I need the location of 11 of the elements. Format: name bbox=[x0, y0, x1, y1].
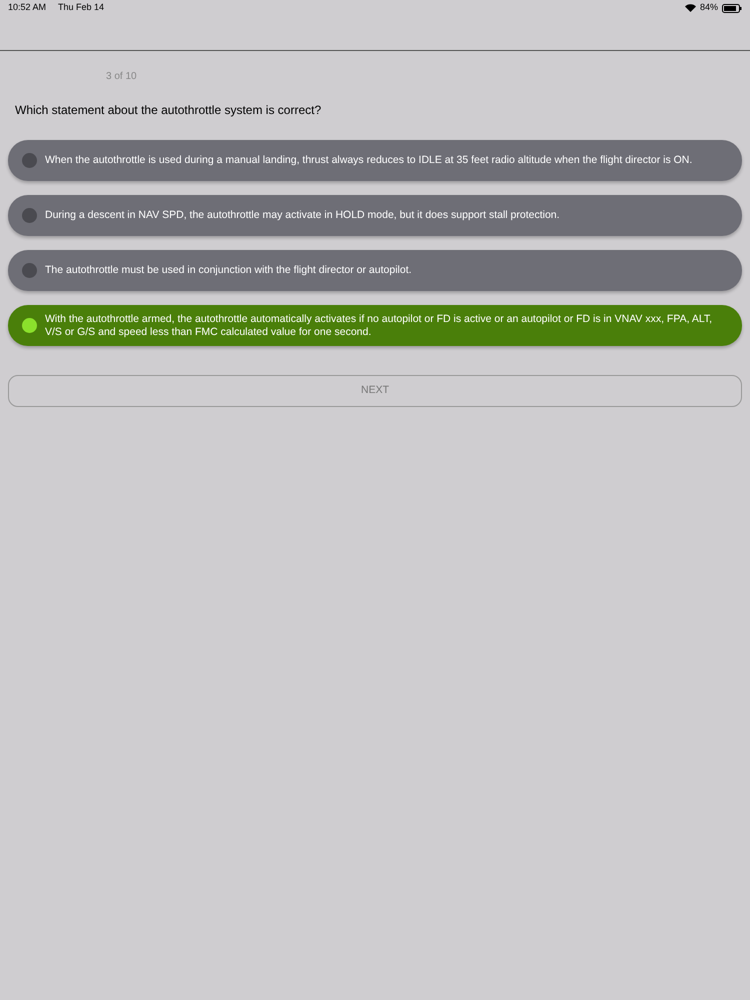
battery-percent: 84% bbox=[700, 1, 718, 14]
answer-option[interactable]: When the autothrottle is used during a manual landing, thrust always reduces to IDLE at 35 feet radio altitude when the flight director is ON. bbox=[8, 140, 742, 181]
answer-option[interactable]: The autothrottle must be used in conjunction with the flight director or autopilot. bbox=[8, 250, 742, 291]
question-text: Which statement about the autothrottle system is correct? bbox=[14, 102, 322, 119]
battery-icon bbox=[722, 4, 742, 12]
wifi-icon bbox=[684, 4, 696, 12]
status-time: 10:52 AM bbox=[8, 1, 46, 14]
progress-counter: 3 of 10 bbox=[105, 70, 137, 84]
status-date: Thu Feb 14 bbox=[58, 1, 104, 14]
answer-option[interactable]: With the autothrottle armed, the autothrottle automatically activates if no autopilot or FD is active or an autopilot or FD is in VNAV xxx, FPA, ALT, V/S or G/S and speed less than FMC calculated value for one second. bbox=[8, 305, 742, 346]
answer-option[interactable]: During a descent in NAV SPD, the autothrottle may activate in HOLD mode, but it does support stall protection. bbox=[8, 195, 742, 236]
